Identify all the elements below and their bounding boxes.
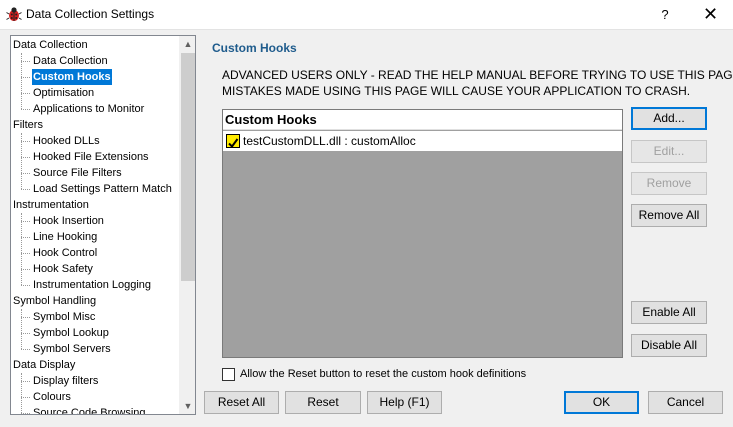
bug-icon: [6, 7, 22, 21]
tree-item[interactable]: Instrumentation Logging: [32, 277, 152, 293]
help-title-button[interactable]: ?: [645, 0, 685, 29]
tree-item[interactable]: Hooked DLLs: [32, 133, 101, 149]
settings-tree[interactable]: Data Collection Data Collection Custom Hoo…: [10, 35, 196, 415]
tree-connector: [21, 253, 30, 254]
remove-all-button[interactable]: Remove All: [631, 204, 707, 227]
tree-connector: [21, 317, 30, 318]
tree-connector: [21, 77, 30, 78]
tree-category[interactable]: Data Collection: [13, 37, 88, 53]
tree-connector: [21, 221, 30, 222]
tree-category[interactable]: Data Display: [13, 357, 75, 373]
tree-item[interactable]: Display filters: [32, 373, 99, 389]
tree-scrollbar[interactable]: ▲ ▼: [179, 36, 195, 414]
edit-button[interactable]: Edit...: [631, 140, 707, 163]
allow-reset-label[interactable]: Allow the Reset button to reset the cust…: [240, 368, 526, 380]
tree-category[interactable]: Filters: [13, 117, 43, 133]
tree-item[interactable]: Hook Safety: [32, 261, 94, 277]
tree-item[interactable]: Symbol Servers: [32, 341, 112, 357]
warning-line-1: ADVANCED USERS ONLY - READ THE HELP MANU…: [222, 68, 733, 82]
tree-connector: [21, 381, 30, 382]
tree-item[interactable]: Source Code Browsing: [32, 405, 147, 414]
tree-connector: [21, 157, 30, 158]
hook-enabled-checkbox[interactable]: [226, 134, 240, 149]
tree-item[interactable]: Hook Control: [32, 245, 98, 261]
reset-button[interactable]: Reset: [285, 391, 361, 414]
tree-connector: [21, 53, 22, 109]
tree-connector: [21, 373, 22, 413]
allow-reset-checkbox[interactable]: [222, 368, 235, 381]
tree-category[interactable]: Instrumentation: [13, 197, 89, 213]
tree-item[interactable]: Line Hooking: [32, 229, 98, 245]
tree-connector: [21, 269, 30, 270]
tree-connector: [21, 213, 22, 285]
tree-connector: [21, 237, 30, 238]
scroll-thumb[interactable]: [181, 53, 195, 281]
tree-connector: [21, 61, 30, 62]
disable-all-button[interactable]: Disable All: [631, 334, 707, 357]
tree-item[interactable]: Source File Filters: [32, 165, 123, 181]
tree-connector: [21, 173, 30, 174]
tree-connector: [21, 141, 30, 142]
help-button[interactable]: Help (F1): [367, 391, 442, 414]
title-bar: Data Collection Settings ? ✕: [0, 0, 733, 30]
check-mark-icon: [228, 138, 239, 149]
page-title: Custom Hooks: [212, 41, 297, 55]
list-item[interactable]: testCustomDLL.dll : customAlloc: [223, 131, 622, 151]
tree-category[interactable]: Symbol Handling: [13, 293, 96, 309]
custom-hooks-list[interactable]: Custom Hooks testCustomDLL.dll : customA…: [222, 109, 623, 358]
cancel-button[interactable]: Cancel: [648, 391, 723, 414]
tree-connector: [21, 189, 30, 190]
scroll-down-icon[interactable]: ▼: [180, 398, 195, 414]
tree-connector: [21, 413, 30, 414]
hook-label: testCustomDLL.dll : customAlloc: [243, 134, 416, 148]
tree-item[interactable]: Data Collection: [32, 53, 109, 69]
add-button[interactable]: Add...: [631, 107, 707, 130]
remove-button[interactable]: Remove: [631, 172, 707, 195]
window-title: Data Collection Settings: [26, 7, 155, 21]
tree-connector: [21, 109, 30, 110]
tree-connector: [21, 349, 30, 350]
tree-connector: [21, 93, 30, 94]
close-button[interactable]: ✕: [688, 0, 733, 29]
tree-item[interactable]: Hook Insertion: [32, 213, 105, 229]
tree-connector: [21, 309, 22, 349]
tree-connector: [21, 285, 30, 286]
scroll-up-icon[interactable]: ▲: [180, 36, 195, 52]
tree-item[interactable]: Applications to Monitor: [32, 101, 145, 117]
ok-button[interactable]: OK: [564, 391, 639, 414]
tree-connector: [21, 333, 30, 334]
enable-all-button[interactable]: Enable All: [631, 301, 707, 324]
tree-item[interactable]: Symbol Lookup: [32, 325, 110, 341]
warning-line-2: MISTAKES MADE USING THIS PAGE WILL CAUSE…: [222, 84, 691, 98]
tree-item[interactable]: Symbol Misc: [32, 309, 96, 325]
tree-item[interactable]: Optimisation: [32, 85, 95, 101]
list-header: Custom Hooks: [223, 110, 622, 130]
tree-items: Data Collection Data Collection Custom Hoo…: [11, 36, 179, 414]
tree-item[interactable]: Colours: [32, 389, 72, 405]
tree-item[interactable]: Custom Hooks: [32, 69, 112, 85]
tree-item[interactable]: Hooked File Extensions: [32, 149, 150, 165]
tree-item[interactable]: Load Settings Pattern Match: [32, 181, 173, 197]
tree-connector: [21, 133, 22, 189]
reset-all-button[interactable]: Reset All: [204, 391, 279, 414]
tree-connector: [21, 397, 30, 398]
